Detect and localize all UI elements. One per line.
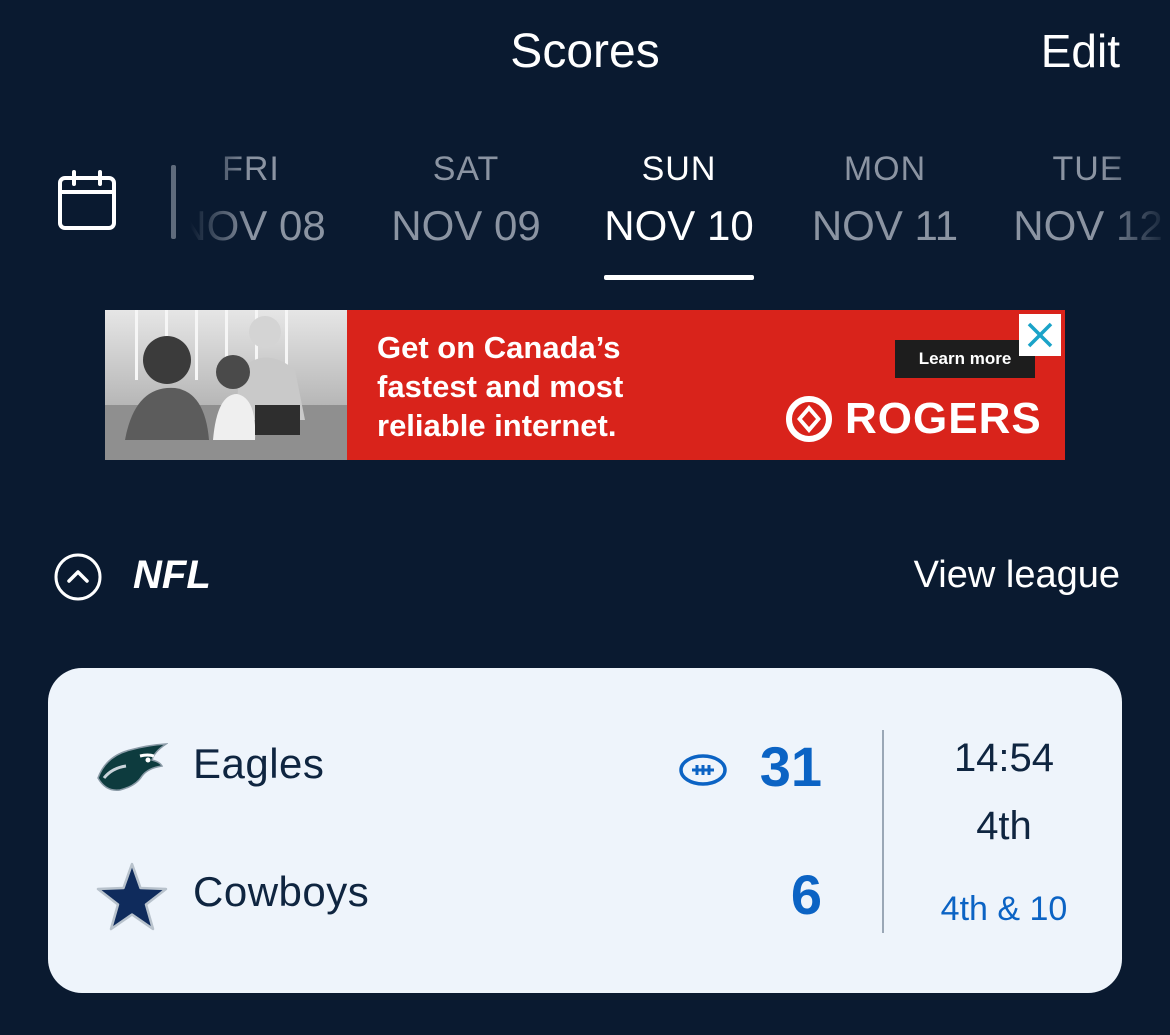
chevron-up-icon <box>54 553 102 601</box>
ad-brand-name: ROGERS <box>845 394 1042 443</box>
date-strip-fade-right <box>1100 140 1170 280</box>
date-item-sun[interactable]: SUN NOV 10 <box>594 140 764 290</box>
league-name: NFL <box>133 553 211 597</box>
team-score: 6 <box>790 863 822 926</box>
selected-date-indicator <box>604 275 754 280</box>
down-and-distance: 4th & 10 <box>940 890 1068 928</box>
date-strip[interactable]: FRI NOV 08 SAT NOV 09 SUN NOV 10 MON NOV… <box>190 140 1170 290</box>
eagles-logo-icon <box>96 734 169 806</box>
day-of-week: SAT <box>432 150 500 188</box>
ad-photo <box>105 310 347 460</box>
date-strip-divider <box>171 165 176 239</box>
scores-screen: Scores Edit FRI NOV 08 SAT NOV 09 SUN NO… <box>0 0 1170 1035</box>
calendar-icon[interactable] <box>58 170 116 230</box>
ad-headline-line: reliable internet. <box>377 408 617 443</box>
ad-headline: Get on Canada’s fastest and most reliabl… <box>377 328 737 445</box>
team-name: Cowboys <box>193 868 370 915</box>
collapse-league-button[interactable] <box>53 552 103 602</box>
game-card[interactable]: Eagles 31 Cowboys 6 14:54 4th 4th & 10 <box>48 668 1122 993</box>
team-row-home: Eagles 31 <box>48 730 848 810</box>
ad-learn-more-button[interactable]: Learn more <box>895 340 1035 378</box>
team-score: 31 <box>759 735 822 798</box>
team-row-away: Cowboys 6 <box>48 862 848 942</box>
cowboys-star-icon <box>96 862 168 934</box>
ad-banner[interactable]: Get on Canada’s fastest and most reliabl… <box>105 310 1065 460</box>
edit-button[interactable]: Edit <box>1041 24 1120 78</box>
game-period: 4th <box>976 804 1032 848</box>
ad-headline-line: fastest and most <box>377 369 624 404</box>
date-label: NOV 09 <box>391 202 541 249</box>
team-name: Eagles <box>193 740 325 787</box>
date-label: NOV 11 <box>811 202 959 249</box>
ad-close-button[interactable] <box>1019 314 1061 356</box>
ad-brand: ROGERS <box>785 392 1042 446</box>
rogers-logo-icon <box>786 396 832 442</box>
ad-headline-line: Get on Canada’s <box>377 330 621 365</box>
date-item-sat[interactable]: SAT NOV 09 <box>381 140 551 290</box>
close-icon <box>1027 322 1053 348</box>
date-strip-fade-left <box>190 140 250 280</box>
view-league-link[interactable]: View league <box>914 554 1120 597</box>
game-clock: 14:54 <box>953 736 1055 780</box>
card-divider <box>882 730 884 933</box>
page-title: Scores <box>510 25 660 78</box>
date-item-mon[interactable]: MON NOV 11 <box>800 140 970 290</box>
day-of-week: MON <box>843 150 927 188</box>
day-of-week: SUN <box>641 150 717 188</box>
date-label: NOV 10 <box>604 202 754 249</box>
